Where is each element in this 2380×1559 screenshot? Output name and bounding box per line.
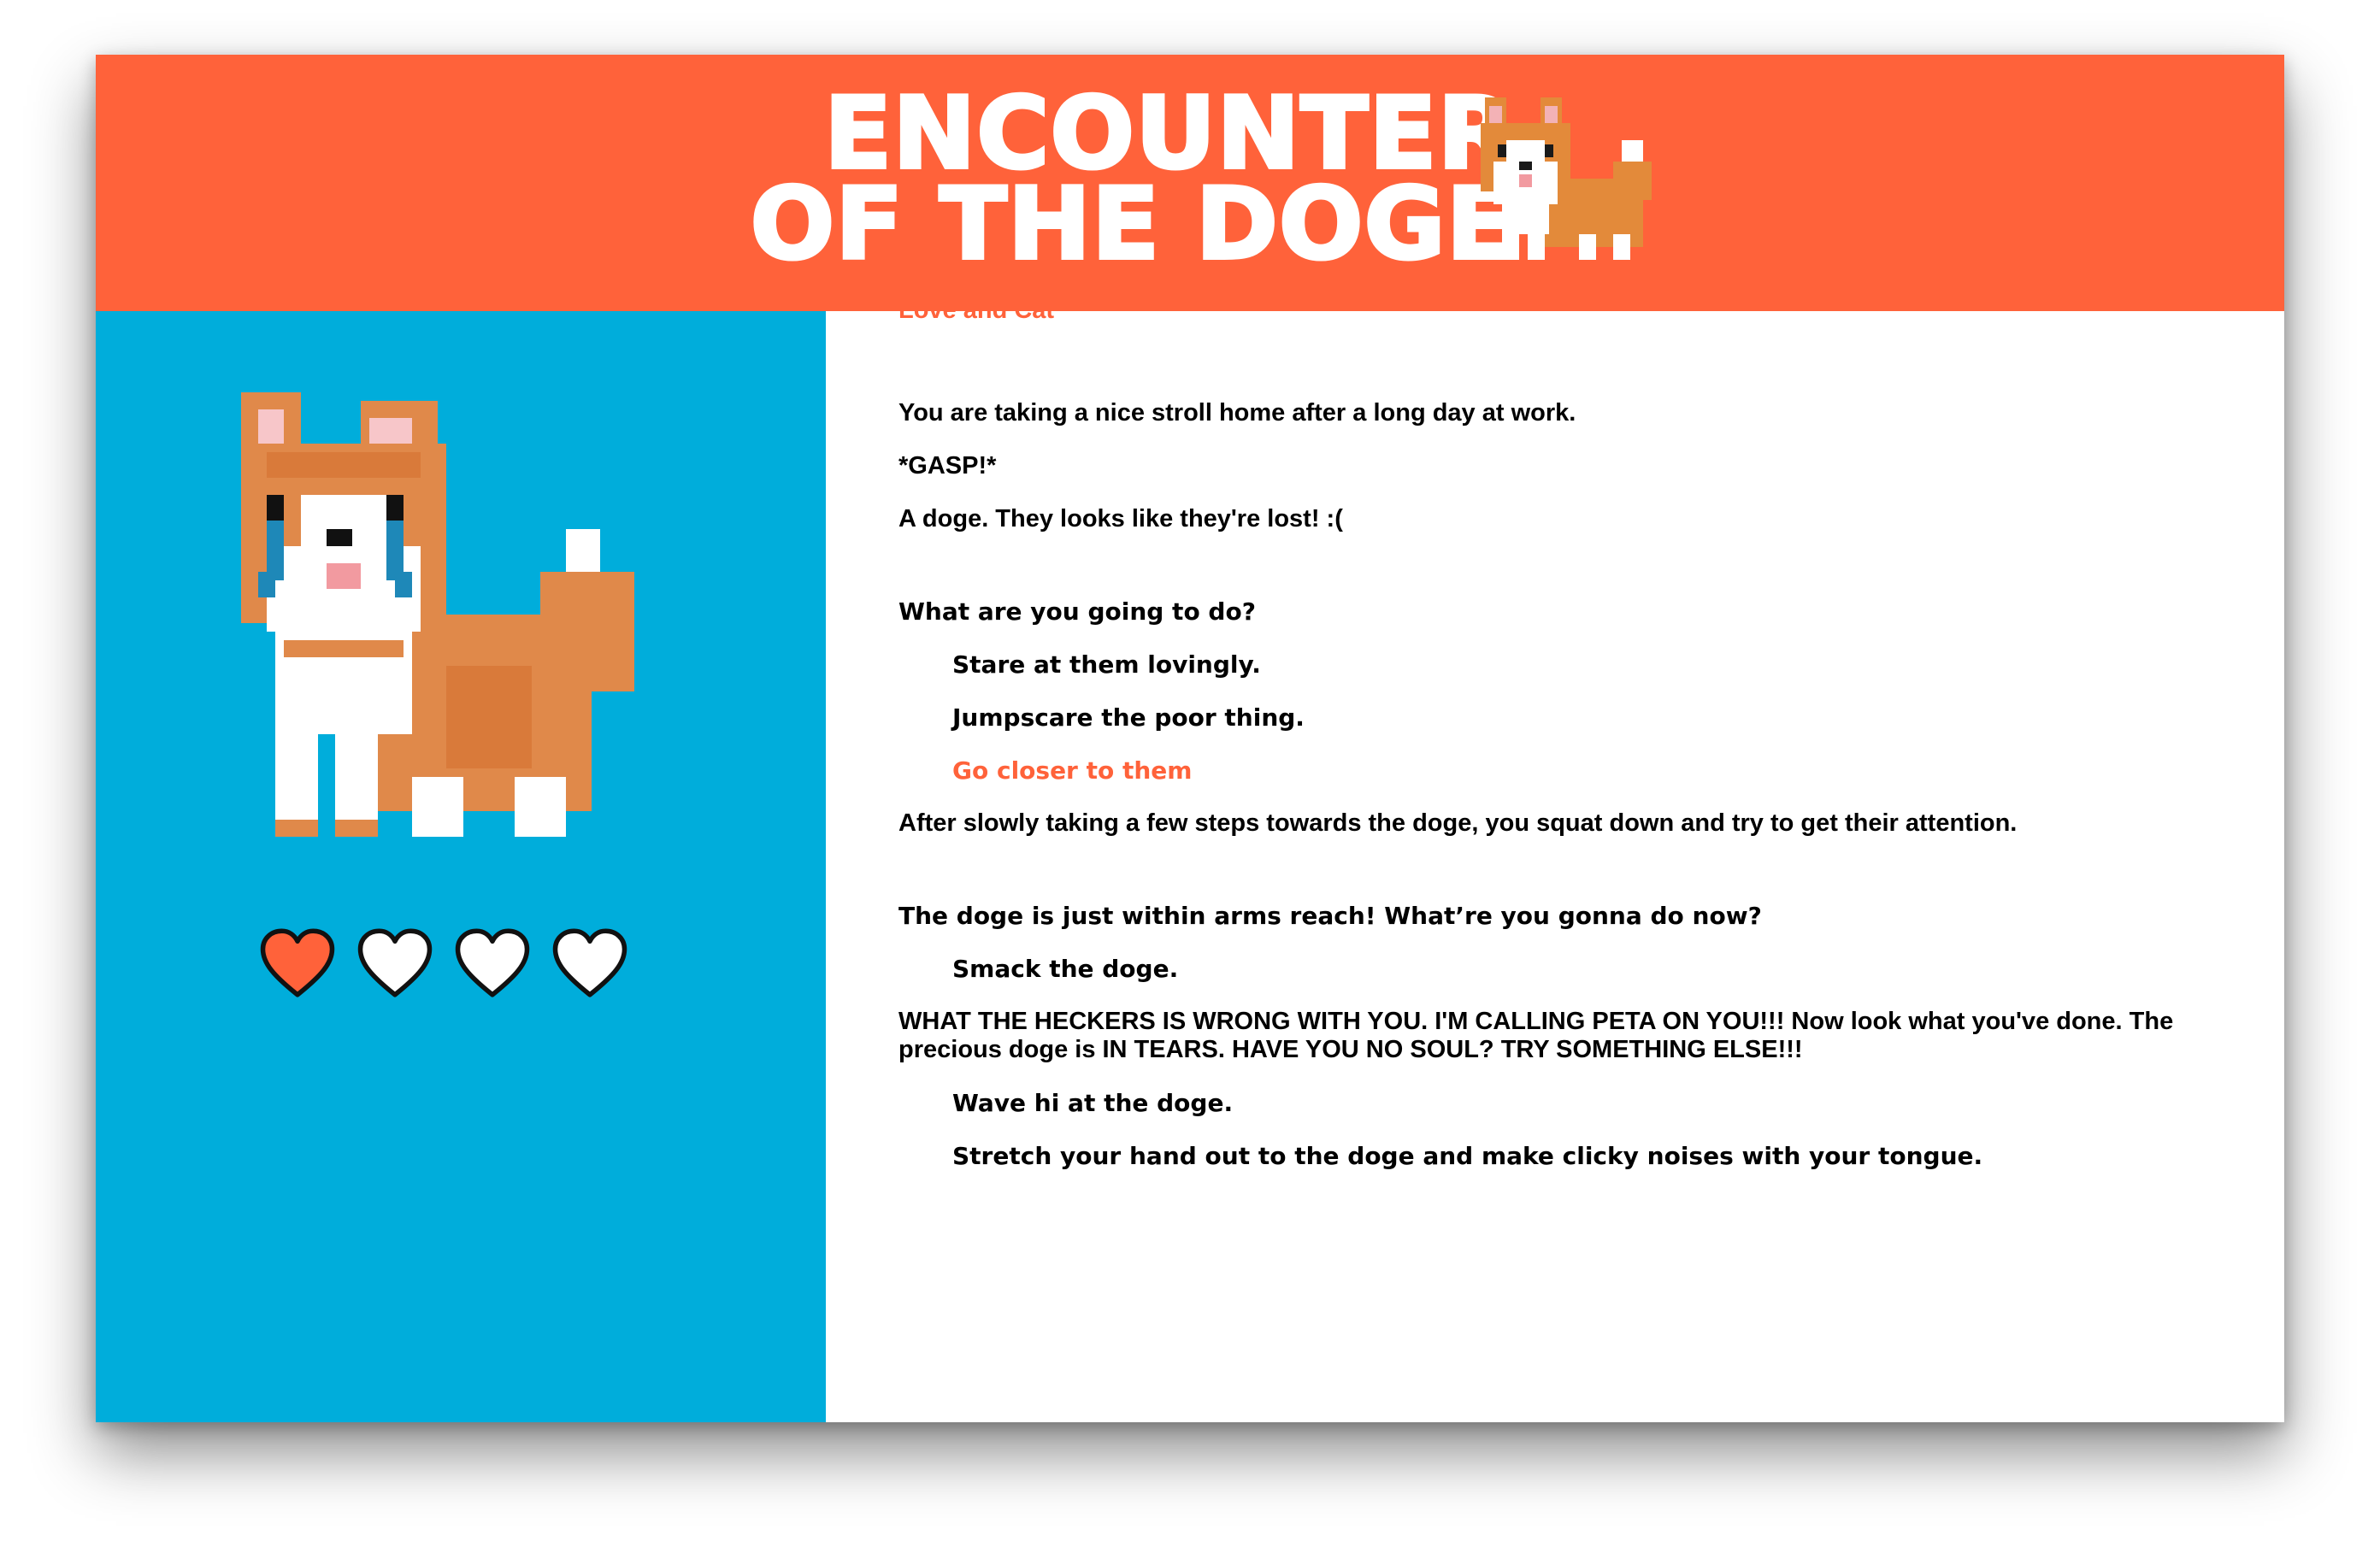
choice-smack[interactable]: Smack the doge. bbox=[952, 955, 2232, 983]
choice-stretch-hand[interactable]: Stretch your hand out to the doge and ma… bbox=[952, 1142, 2232, 1170]
header: ENCOUNTER OF THE DOGE bbox=[96, 55, 2284, 311]
story-line: You are taking a nice stroll home after … bbox=[898, 399, 1576, 427]
story-line: *GASP!* bbox=[898, 452, 997, 479]
heart-empty-icon bbox=[455, 928, 530, 997]
choice-stare[interactable]: Stare at them lovingly. bbox=[952, 650, 2232, 679]
clipped-heading: Love and Cat bbox=[898, 311, 1054, 325]
story-line: A doge. They looks like they're lost! :( bbox=[898, 505, 1343, 532]
choice-go-closer[interactable]: Go closer to them bbox=[952, 756, 2232, 785]
story-line: After slowly taking a few steps towards … bbox=[898, 809, 2018, 837]
story-response: WHAT THE HECKERS IS WRONG WITH YOU. I'M … bbox=[898, 1008, 2174, 1063]
story-panel[interactable]: Love and Cat You are taking a nice strol… bbox=[826, 311, 2284, 1422]
choice-jumpscare[interactable]: Jumpscare the poor thing. bbox=[952, 703, 2232, 732]
choice-wave[interactable]: Wave hi at the doge. bbox=[952, 1089, 2232, 1117]
heart-empty-icon bbox=[357, 928, 433, 997]
title-line-2: OF THE DOGE bbox=[749, 167, 1516, 282]
page-title: ENCOUNTER OF THE DOGE bbox=[694, 83, 1516, 282]
question-prompt: The doge is just within arms reach! What… bbox=[898, 902, 1762, 930]
question-prompt: What are you going to do? bbox=[898, 597, 1256, 626]
heart-empty-icon bbox=[552, 928, 627, 997]
heart-filled-icon bbox=[260, 928, 335, 997]
lives-hearts bbox=[258, 927, 629, 1003]
app-window: ENCOUNTER OF THE DOGE You are taking a n… bbox=[96, 55, 2284, 1422]
corgi-icon bbox=[1481, 97, 1652, 260]
story-log: You are taking a nice stroll home after … bbox=[898, 399, 2232, 1195]
crying-corgi-icon bbox=[241, 392, 634, 837]
sidebar bbox=[96, 311, 826, 1422]
